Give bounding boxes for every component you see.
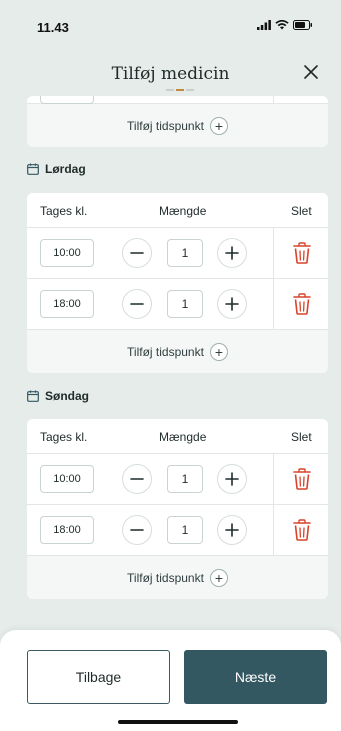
- day-label-sunday: Søndag: [27, 389, 89, 403]
- quantity-field[interactable]: 1: [167, 516, 203, 544]
- day-name: Lørdag: [45, 162, 86, 176]
- decrease-button[interactable]: [122, 464, 152, 494]
- calendar-icon: [27, 163, 39, 175]
- delete-button[interactable]: [291, 292, 313, 316]
- column-divider: [273, 96, 274, 104]
- trash-icon: [293, 468, 311, 490]
- column-header-amount: Mængde: [159, 204, 207, 218]
- decrease-button[interactable]: [122, 238, 152, 268]
- increase-button[interactable]: [217, 238, 247, 268]
- next-button[interactable]: Næste: [184, 650, 327, 704]
- quantity-field[interactable]: 1: [167, 290, 203, 318]
- back-button[interactable]: Tilbage: [27, 650, 170, 704]
- progress-dot: [166, 89, 174, 91]
- calendar-icon: [27, 390, 39, 402]
- increase-button[interactable]: [217, 289, 247, 319]
- page-title: Tilføj medicin: [111, 64, 230, 84]
- day-name: Søndag: [45, 389, 89, 403]
- time-field[interactable]: 10:00: [40, 239, 94, 267]
- close-button[interactable]: [301, 62, 321, 82]
- column-divider: [273, 454, 274, 505]
- add-time-label: Tilføj tidspunkt: [127, 118, 204, 133]
- wifi-icon: [275, 20, 289, 30]
- day-card-saturday: Tages kl. Mængde Slet 10:00 1 18:00 1 Ti…: [27, 193, 328, 373]
- table-header: Tages kl. Mængde Slet: [27, 419, 328, 454]
- minus-icon: [130, 478, 144, 480]
- trash-icon: [293, 519, 311, 541]
- column-header-time: Tages kl.: [40, 430, 88, 444]
- quantity-field[interactable]: 1: [167, 465, 203, 493]
- time-field[interactable]: 18:00: [40, 516, 94, 544]
- table-header: Tages kl. Mængde Slet: [27, 193, 328, 228]
- plus-icon: [225, 246, 239, 260]
- add-time-label: Tilføj tidspunkt: [127, 570, 204, 585]
- plus-icon: +: [209, 116, 228, 135]
- table-row: 10:00 1: [27, 228, 328, 279]
- column-header-delete: Slet: [291, 204, 312, 218]
- delete-button[interactable]: [291, 241, 313, 265]
- column-header-time: Tages kl.: [40, 204, 88, 218]
- status-time: 11.43: [37, 20, 69, 35]
- column-header-delete: Slet: [291, 430, 312, 444]
- delete-button[interactable]: [291, 518, 313, 542]
- decrease-button[interactable]: [122, 289, 152, 319]
- minus-icon: [130, 252, 144, 254]
- time-field-partial[interactable]: [40, 96, 94, 104]
- status-icons: [257, 20, 313, 30]
- home-indicator[interactable]: [118, 720, 238, 724]
- day-label-saturday: Lørdag: [27, 162, 86, 176]
- add-time-label: Tilføj tidspunkt: [127, 344, 204, 359]
- progress-dot-active: [176, 89, 184, 91]
- progress-dot: [186, 89, 194, 91]
- increase-button[interactable]: [217, 515, 247, 545]
- battery-icon: [293, 20, 312, 30]
- screen: 11.43 Tilføj medicin Tilføj tidspunkt + …: [0, 0, 341, 731]
- time-field[interactable]: 18:00: [40, 290, 94, 318]
- add-time-button[interactable]: Tilføj tidspunkt +: [27, 330, 328, 373]
- table-row: 18:00 1: [27, 505, 328, 556]
- table-row-partial: [27, 96, 328, 104]
- status-bar: 11.43: [0, 0, 341, 48]
- delete-button[interactable]: [291, 467, 313, 491]
- signal-icon: [257, 20, 271, 30]
- plus-icon: [225, 472, 239, 486]
- add-time-button[interactable]: Tilføj tidspunkt +: [27, 104, 328, 147]
- previous-day-card: Tilføj tidspunkt +: [27, 96, 328, 147]
- column-header-amount: Mængde: [159, 430, 207, 444]
- plus-icon: [225, 297, 239, 311]
- minus-icon: [130, 529, 144, 531]
- increase-button[interactable]: [217, 464, 247, 494]
- quantity-field[interactable]: 1: [167, 239, 203, 267]
- plus-icon: [225, 523, 239, 537]
- footer: Tilbage Næste: [0, 630, 341, 731]
- trash-icon: [293, 293, 311, 315]
- table-row: 10:00 1: [27, 454, 328, 505]
- column-divider: [273, 228, 274, 279]
- minus-icon: [130, 303, 144, 305]
- time-field[interactable]: 10:00: [40, 465, 94, 493]
- column-divider: [273, 505, 274, 556]
- day-card-sunday: Tages kl. Mængde Slet 10:00 1 18:00 1 Ti…: [27, 419, 328, 599]
- progress-indicator: [166, 89, 194, 91]
- decrease-button[interactable]: [122, 515, 152, 545]
- table-row: 18:00 1: [27, 279, 328, 330]
- plus-icon: +: [209, 342, 228, 361]
- column-divider: [273, 279, 274, 330]
- add-time-button[interactable]: Tilføj tidspunkt +: [27, 556, 328, 599]
- close-icon: [304, 65, 318, 79]
- plus-icon: +: [209, 568, 228, 587]
- trash-icon: [293, 242, 311, 264]
